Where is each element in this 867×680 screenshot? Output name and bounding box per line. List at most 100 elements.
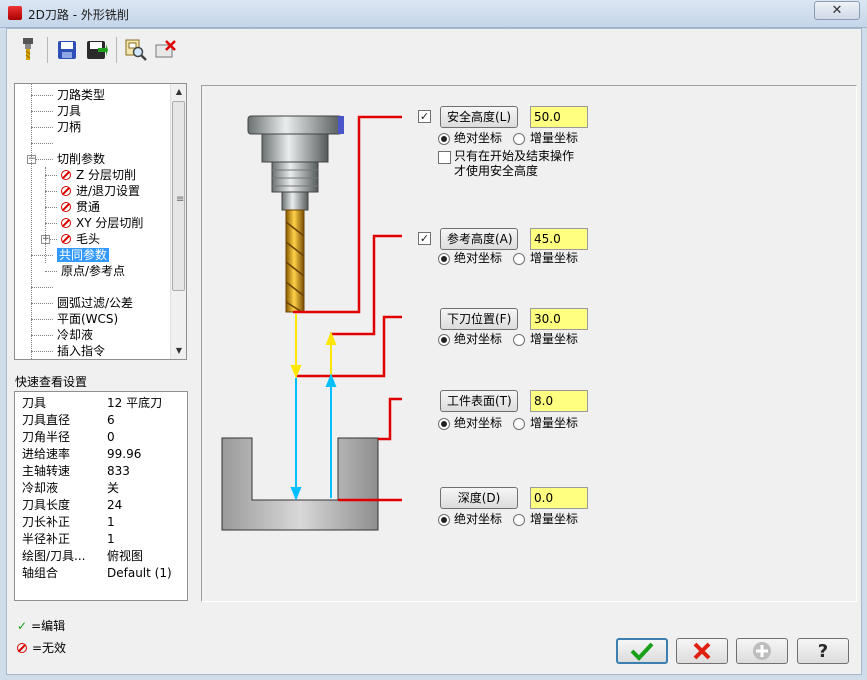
tree-item[interactable]: 毛头 (61, 231, 100, 247)
feed-plane-button[interactable]: 下刀位置(F) (440, 308, 518, 330)
tree-connector (31, 111, 53, 112)
stock-absolute-radio[interactable] (438, 418, 450, 430)
stock-part (221, 437, 379, 531)
tree-item[interactable]: 刀具 (57, 103, 81, 119)
tree-item[interactable]: 原点/参考点 (61, 263, 125, 279)
only-start-end-checkbox[interactable] (438, 151, 451, 164)
app-icon (8, 6, 22, 20)
depth-incremental-radio[interactable] (513, 514, 525, 526)
end-mill-flute (285, 209, 305, 313)
tree-scrollbar[interactable]: ▲ ≡ ▼ (170, 84, 186, 359)
add-button[interactable] (736, 638, 788, 664)
view-icon[interactable] (123, 37, 149, 63)
tree-item[interactable]: XY 分层切削 (61, 215, 143, 231)
quick-view-key: 绘图/刀具... (22, 549, 86, 563)
tree-item[interactable]: 贯通 (61, 199, 100, 215)
tree-connector (31, 84, 32, 359)
tree-connector (45, 167, 46, 263)
disabled-icon (61, 170, 71, 180)
tree-connector (31, 255, 53, 256)
safety-height-button[interactable]: 安全高度(L) (440, 106, 518, 128)
tree-connector (45, 223, 57, 224)
help-icon: ? (817, 640, 829, 662)
tree-connector (45, 191, 57, 192)
quick-view-row: 冷却液 关 (22, 480, 182, 496)
safety-absolute-radio[interactable] (438, 133, 450, 145)
reference-height-checkbox[interactable]: ✓ (418, 232, 431, 245)
safety-height-field[interactable]: 50.0 (530, 106, 588, 128)
tree-item-label: 平面(WCS) (57, 312, 119, 326)
tool-holder (247, 115, 344, 211)
feed-incremental-label: 增量坐标 (530, 332, 579, 346)
parameter-tree[interactable]: ▲ ≡ ▼ 刀路类型 刀具 刀柄 切削参数 − Z 分层切削 进/退刀设置 贯通 XY 分层切削… (14, 83, 187, 360)
depth-field[interactable]: 0.0 (530, 487, 588, 509)
quick-view-row: 进给速率 99.96 (22, 446, 182, 462)
safety-incremental-radio[interactable] (513, 133, 525, 145)
disabled-icon (61, 234, 71, 244)
safety-height-checkbox[interactable]: ✓ (418, 110, 431, 123)
feed-plane-field[interactable]: 30.0 (530, 308, 588, 330)
top-of-stock-button[interactable]: 工件表面(T) (440, 390, 518, 412)
scroll-up-icon[interactable]: ▲ (171, 84, 186, 100)
save-icon[interactable] (54, 37, 80, 63)
feed-absolute-radio[interactable] (438, 334, 450, 346)
disabled-icon (61, 202, 71, 212)
reference-height-button[interactable]: 参考高度(A) (440, 228, 518, 250)
help-button[interactable]: ? (797, 638, 849, 664)
stock-incremental-radio[interactable] (513, 418, 525, 430)
tree-item[interactable]: 共同参数 (57, 247, 110, 263)
tree-connector (31, 143, 53, 144)
save-as-icon[interactable] (84, 37, 110, 63)
tree-connector (31, 303, 53, 304)
legend-invalid-label: =无效 (32, 641, 67, 655)
quick-view-value: 833 (107, 464, 130, 478)
cancel-button[interactable] (676, 638, 728, 664)
tree-item[interactable]: 刀路类型 (57, 87, 105, 103)
disabled-icon (17, 643, 27, 653)
tree-item[interactable]: 平面(WCS) (57, 311, 118, 327)
tree-item[interactable]: 插入指令 (57, 343, 105, 359)
quick-view-value: 12 平底刀 (107, 396, 163, 410)
legend-edit-label: =编辑 (31, 619, 66, 633)
tree-item[interactable]: 刀柄 (57, 119, 81, 135)
tree-connector (31, 287, 53, 288)
quick-view-key: 进给速率 (22, 447, 71, 461)
safety-incremental-label: 增量坐标 (530, 131, 579, 145)
quick-view-row: 刀角半径 0 (22, 429, 182, 445)
add-icon (753, 642, 771, 660)
tree-item-label: 贯通 (76, 200, 101, 214)
quick-view-value: 24 (107, 498, 123, 512)
tool-icon[interactable] (15, 37, 41, 63)
ok-button[interactable] (616, 638, 668, 664)
reference-incremental-radio[interactable] (513, 253, 525, 265)
quick-view-value: 1 (107, 515, 115, 529)
scroll-down-icon[interactable]: ▼ (171, 343, 186, 359)
tree-item-label: 毛头 (76, 232, 101, 246)
depth-button[interactable]: 深度(D) (440, 487, 518, 509)
toolbar (15, 34, 179, 66)
legend-invalid: =无效 (17, 640, 66, 656)
reference-height-field[interactable]: 45.0 (530, 228, 588, 250)
cancel-icon (693, 642, 711, 660)
feed-incremental-radio[interactable] (513, 334, 525, 346)
close-button[interactable]: ✕ (814, 1, 860, 20)
tree-item[interactable]: Z 分层切削 (61, 167, 136, 183)
quick-view-row: 刀具直径 6 (22, 412, 182, 428)
quick-view-row: 轴组合 Default (1) (22, 565, 182, 581)
tree-item[interactable]: 进/退刀设置 (61, 183, 140, 199)
quick-view-row: 刀具长度 24 (22, 497, 182, 513)
reference-absolute-radio[interactable] (438, 253, 450, 265)
tree-item[interactable]: 切削参数 (57, 151, 105, 167)
delete-icon[interactable] (153, 37, 179, 63)
depth-absolute-radio[interactable] (438, 514, 450, 526)
tree-item[interactable]: 冷却液 (57, 327, 93, 343)
quick-view-key: 刀具长度 (22, 498, 71, 512)
tree-item[interactable]: 圆弧过滤/公差 (57, 295, 133, 311)
scroll-thumb[interactable]: ≡ (172, 101, 185, 291)
tree-item-label: 冷却液 (57, 328, 94, 342)
top-of-stock-field[interactable]: 8.0 (530, 390, 588, 412)
dialog-body: ▲ ≡ ▼ 刀路类型 刀具 刀柄 切削参数 − Z 分层切削 进/退刀设置 贯通 XY 分层切削… (6, 28, 862, 675)
quick-view-row: 半径补正 1 (22, 531, 182, 547)
tree-item-label: 共同参数 (57, 248, 110, 262)
rapid-moves (290, 314, 337, 379)
